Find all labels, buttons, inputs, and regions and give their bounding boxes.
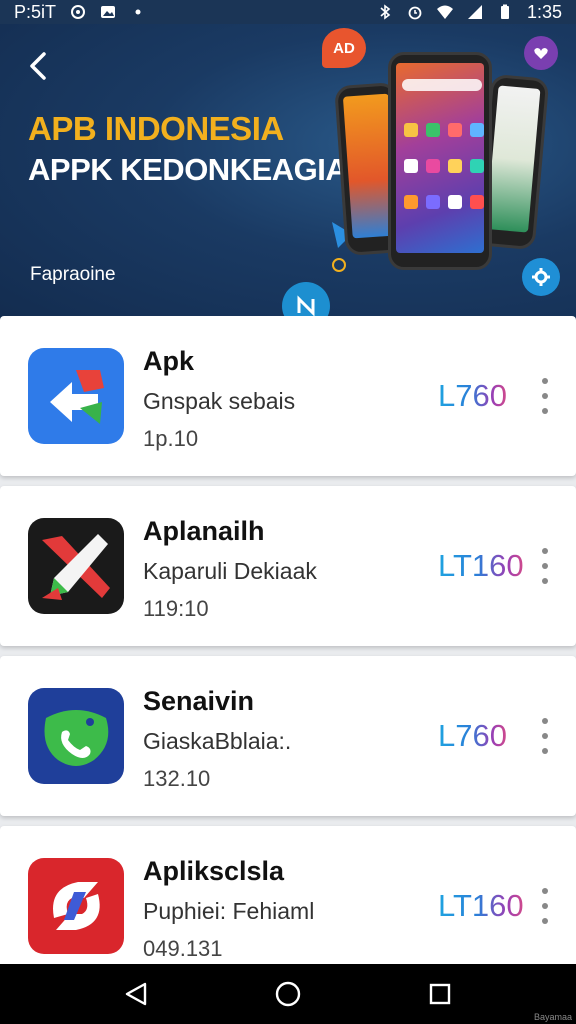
- header-title: APB INDONESIA: [28, 110, 284, 147]
- bluetooth-icon: [380, 4, 391, 20]
- status-time: 1:35: [526, 1, 562, 22]
- nav-home-button[interactable]: [268, 974, 308, 1014]
- back-triangle-icon: [125, 982, 147, 1006]
- app-name: Apk: [143, 346, 195, 376]
- app-name: Aplanailh: [143, 516, 265, 546]
- status-left-text: P:5iT: [14, 1, 57, 22]
- phone-illustration-center: [388, 52, 492, 270]
- dot-icon: [135, 9, 141, 15]
- app-price: LT160: [438, 548, 524, 583]
- app-price: LT160: [438, 888, 524, 923]
- nav-back-button[interactable]: [116, 974, 156, 1014]
- app-description: GiaskaBblaia:.: [143, 728, 292, 754]
- signal-icon: [467, 5, 482, 19]
- swirl-app-icon: [28, 858, 124, 954]
- rocket-app-icon: [28, 518, 124, 614]
- circle-status-icon: [71, 5, 86, 19]
- more-options-button[interactable]: [530, 546, 560, 586]
- app-meta: 119:10: [143, 596, 209, 621]
- image-icon: [101, 6, 116, 18]
- navigation-bar: Bayamaa: [0, 964, 576, 1024]
- wifi-icon: [436, 5, 453, 19]
- badge-bubble: AD: [322, 28, 366, 68]
- more-options-button[interactable]: [530, 886, 560, 926]
- alarm-icon: [408, 6, 422, 20]
- header-subtitle: APPK KEDONKEAGIA: [28, 152, 348, 187]
- spark-icon: [332, 258, 346, 272]
- nav-recents-button[interactable]: [420, 974, 460, 1014]
- app-meta: 049.131: [143, 936, 223, 961]
- app-name: Senaivin: [143, 686, 255, 716]
- watermark: Bayamaa: [533, 1012, 572, 1022]
- battery-icon: [500, 4, 509, 19]
- status-bar: P:5iT 1:35: [0, 0, 576, 24]
- home-circle-icon: [275, 981, 301, 1007]
- list-item[interactable]: Apk Gnspak sebais 1p.10 L760: [0, 316, 576, 476]
- list-item[interactable]: Senaivin GiaskaBblaia:. 132.10 L760: [0, 656, 576, 816]
- header-caption: Fapraoine: [30, 264, 116, 285]
- gear-bubble-icon: [522, 258, 560, 296]
- app-description: Gnspak sebais: [143, 388, 296, 414]
- back-button[interactable]: [18, 46, 58, 86]
- arrow-app-icon: [28, 348, 124, 444]
- badge-text: AD: [333, 39, 355, 57]
- app-price: L760: [438, 378, 507, 413]
- header-banner: APB INDONESIA APPK KEDONKEAGIA Fapraoine…: [0, 24, 576, 324]
- more-options-button[interactable]: [530, 376, 560, 416]
- app-description: Puphiei: Fehiaml: [143, 898, 315, 924]
- list-item[interactable]: Aplanailh Kaparuli Dekiaak 119:10 LT160: [0, 486, 576, 646]
- app-price: L760: [438, 718, 507, 753]
- heart-bubble-icon: [524, 36, 558, 70]
- chevron-left-icon: [30, 52, 46, 80]
- more-options-button[interactable]: [530, 716, 560, 756]
- app-list: Apk Gnspak sebais 1p.10 L760 Aplanailh K…: [0, 316, 576, 964]
- app-name: Apliksclsla: [143, 856, 285, 886]
- app-description: Kaparuli Dekiaak: [143, 558, 317, 584]
- phone-app-icon: [28, 688, 124, 784]
- app-meta: 132.10: [143, 766, 211, 791]
- list-item[interactable]: Apliksclsla Puphiei: Fehiaml 049.131 LT1…: [0, 826, 576, 964]
- recents-square-icon: [429, 983, 451, 1005]
- app-meta: 1p.10: [143, 426, 199, 451]
